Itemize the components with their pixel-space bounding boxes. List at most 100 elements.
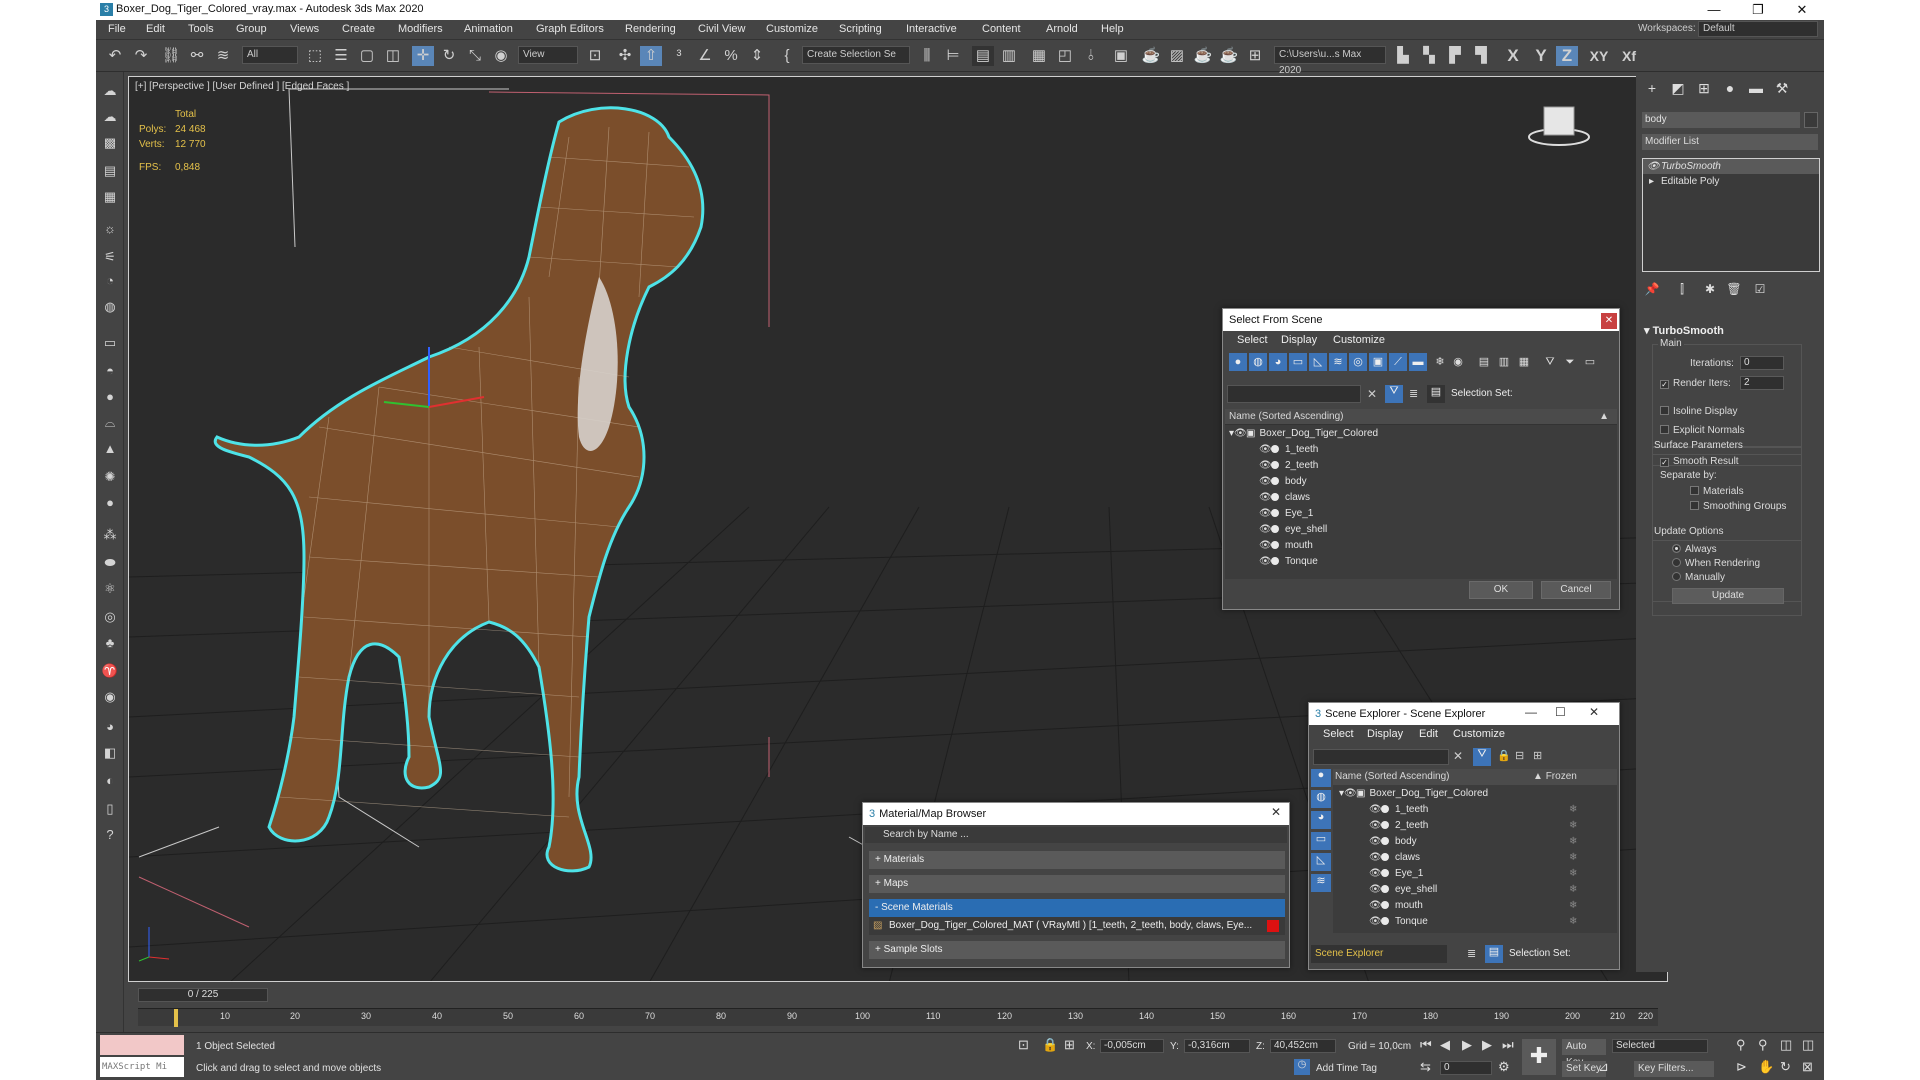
play-icon[interactable]: ▶ <box>1462 1037 1472 1053</box>
material-browser-close-icon[interactable]: ✕ <box>1271 805 1281 819</box>
menu-edit[interactable]: Edit <box>146 23 165 35</box>
snap-3d-icon[interactable]: ³ <box>668 46 690 66</box>
bind-space-warp-icon[interactable]: ≋ <box>212 46 234 66</box>
render-iters-checkbox[interactable]: ✓ <box>1660 380 1669 389</box>
se-light-filter-icon[interactable]: ◕ <box>1311 811 1331 829</box>
render-iters-spinner[interactable]: 2 <box>1740 376 1784 390</box>
absolute-mode-icon[interactable]: ⊞ <box>1064 1037 1075 1053</box>
dome-icon[interactable]: ⌓ <box>100 414 120 432</box>
tree-row[interactable]: 👁 claws <box>1259 490 1609 506</box>
expand-icon[interactable]: ▸ <box>1649 174 1654 189</box>
se-selection-set-icon[interactable]: ▤ <box>1485 945 1503 963</box>
time-cursor[interactable] <box>174 1009 178 1027</box>
material-icon[interactable]: ◧ <box>100 744 120 762</box>
rect-selection-icon[interactable]: ▢ <box>356 46 378 66</box>
percent-snap-icon[interactable]: % <box>720 46 742 66</box>
hair-icon[interactable]: ♈ <box>100 662 120 680</box>
x-coordinate-field[interactable]: -0,005cm <box>1100 1039 1164 1053</box>
shape-icon[interactable]: ☁ <box>100 108 120 126</box>
file-icon[interactable]: ▯ <box>100 800 120 818</box>
menu-help[interactable]: Help <box>1101 23 1124 35</box>
zoom-icon[interactable]: ⚲ <box>1736 1037 1746 1053</box>
se-shape-filter-icon[interactable]: ◍ <box>1311 790 1331 808</box>
xref-filter-icon[interactable]: ▣ <box>1369 353 1387 371</box>
tree-row[interactable]: 👁 Tonque <box>1259 554 1609 570</box>
particles-icon[interactable]: ⁂ <box>100 526 120 544</box>
select-by-name-icon[interactable]: ☰ <box>330 46 352 66</box>
tree-row[interactable]: 👁 Tonque ❄ <box>1369 914 1615 930</box>
auto-key-button[interactable]: Auto Key <box>1562 1039 1606 1068</box>
box-icon[interactable]: ▭ <box>100 334 120 352</box>
minimize-button[interactable]: — <box>1692 0 1736 20</box>
sphere-icon[interactable]: ● <box>100 388 120 406</box>
panel-icon[interactable]: ▦ <box>100 188 120 206</box>
menu-create[interactable]: Create <box>342 23 375 35</box>
se-menu-display[interactable]: Display <box>1367 728 1403 740</box>
schematic-view-icon[interactable]: ⫰ <box>1080 46 1102 66</box>
se-lock-icon[interactable]: 🔒 <box>1497 749 1511 762</box>
tree-row[interactable]: 👁 eye_shell ❄ <box>1369 882 1615 898</box>
turbosmooth-rollout-title[interactable]: ▾ TurboSmooth <box>1644 324 1814 337</box>
axis-y-button[interactable]: Y <box>1530 46 1552 66</box>
shape-filter-icon[interactable]: ◍ <box>1249 353 1267 371</box>
align-icon[interactable]: ⊨ <box>942 46 964 66</box>
se-clear-search-icon[interactable]: ✕ <box>1453 749 1463 763</box>
placement-icon[interactable]: ◉ <box>490 46 512 66</box>
tree-row[interactable]: 👁 mouth ❄ <box>1369 898 1615 914</box>
set-key-big-button[interactable]: ✚ <box>1522 1039 1556 1075</box>
speaker-icon[interactable]: ◔ <box>100 272 120 290</box>
object-name-field[interactable] <box>1642 112 1800 128</box>
make-unique-icon[interactable]: ✱ <box>1700 282 1720 302</box>
current-frame-field[interactable]: 0 <box>1440 1061 1492 1075</box>
tree-row[interactable]: 👁 claws ❄ <box>1369 850 1615 866</box>
smooth-result-row[interactable]: ✓ Smooth Result <box>1660 456 1739 467</box>
select-from-scene-close-icon[interactable]: ✕ <box>1601 313 1617 329</box>
reference-coord-dropdown[interactable]: View <box>518 46 578 64</box>
stack-item-editable-poly[interactable]: ▸ Editable Poly <box>1643 174 1819 189</box>
helper-icon[interactable]: ⚟ <box>100 248 120 266</box>
orbit-icon[interactable]: ↻ <box>1780 1059 1791 1075</box>
fur-icon[interactable]: ◉ <box>100 688 120 706</box>
unlink-icon[interactable]: ⚯ <box>186 46 208 66</box>
maxscript-mini-listener[interactable]: MAXScript Mi <box>100 1057 184 1077</box>
when-rendering-radio[interactable] <box>1672 558 1681 567</box>
menu-graph-editors[interactable]: Graph Editors <box>536 23 604 35</box>
filter-funnel-icon[interactable]: ⛛ <box>1541 353 1559 371</box>
time-slider[interactable]: 0 / 225 <box>138 988 268 1002</box>
mirror-icon[interactable]: ⫼ <box>916 46 938 66</box>
pan-icon[interactable]: ✋ <box>1758 1059 1774 1075</box>
se-helper-filter-icon[interactable]: ◺ <box>1311 853 1331 871</box>
render-iterative-icon[interactable]: ☕ <box>1218 46 1240 66</box>
project-close-icon[interactable]: ▜ <box>1470 46 1492 66</box>
render-cloud-icon[interactable]: ⊞ <box>1244 46 1266 66</box>
utilities-tab-icon[interactable]: ⚒ <box>1772 80 1792 100</box>
link-icon[interactable]: ⛓ <box>160 46 182 66</box>
viewport-label[interactable]: [+] [Perspective ] [User Defined ] [Edge… <box>135 81 349 92</box>
key-filters-button[interactable]: Key Filters... <box>1634 1061 1714 1077</box>
rotate-icon[interactable]: ↻ <box>438 46 460 66</box>
remove-modifier-icon[interactable]: 🗑 <box>1724 282 1744 302</box>
zoom-all-icon[interactable]: ⚲ <box>1758 1037 1768 1053</box>
menu-tools[interactable]: Tools <box>188 23 214 35</box>
tree-row[interactable]: ▾👁▣ Boxer_Dog_Tiger_Colored <box>1229 426 1378 442</box>
y-coordinate-field[interactable]: -0,316cm <box>1184 1039 1250 1053</box>
smoothing-groups-checkbox[interactable] <box>1690 501 1699 510</box>
sample-slots-group[interactable]: + Sample Slots <box>869 941 1285 959</box>
sfs-column-header[interactable]: Name (Sorted Ascending) ▲ <box>1225 409 1617 425</box>
spinner-snap-icon[interactable]: ⇕ <box>746 46 768 66</box>
keyboard-shortcut-icon[interactable]: ⇧ <box>640 46 662 66</box>
configure-sets-icon[interactable]: ☑ <box>1750 282 1770 302</box>
invert-display-icon[interactable]: ▦ <box>1515 353 1533 371</box>
menu-civil-view[interactable]: Civil View <box>698 23 745 35</box>
spacewarp-filter-icon[interactable]: ≋ <box>1329 353 1347 371</box>
go-to-start-icon[interactable]: ⏮ <box>1420 1037 1432 1053</box>
always-row[interactable]: Always <box>1672 544 1717 555</box>
selection-filter-dropdown[interactable]: All <box>242 46 298 64</box>
axis-xyp-button[interactable]: Xf <box>1616 46 1642 66</box>
key-mode-icon[interactable]: ⇆ <box>1420 1059 1431 1075</box>
edit-named-selection-icon[interactable]: { <box>776 46 798 66</box>
tree-row[interactable]: 👁 2_teeth <box>1259 458 1609 474</box>
camera-icon[interactable]: ◍ <box>100 298 120 316</box>
explicit-normals-checkbox[interactable] <box>1660 425 1669 434</box>
se-hierarchy-icon[interactable]: ⊟ <box>1515 749 1524 762</box>
